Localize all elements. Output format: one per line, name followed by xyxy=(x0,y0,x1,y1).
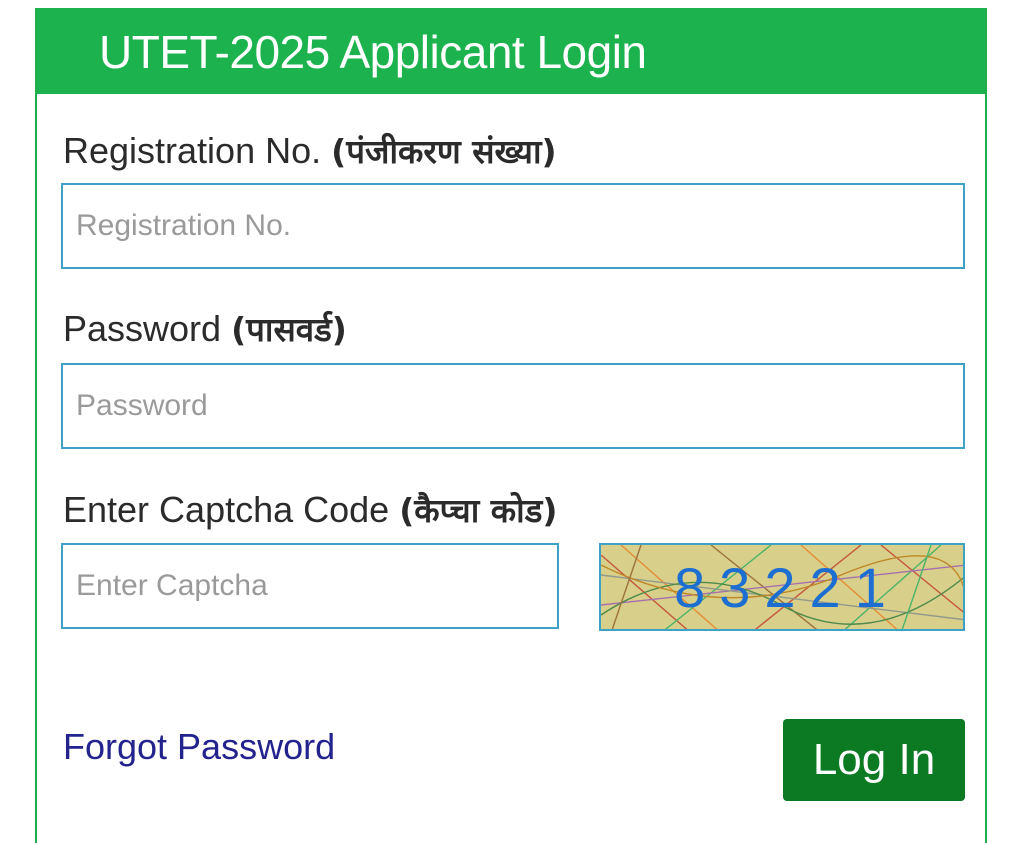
password-label: Password (पासवर्ड) xyxy=(63,308,347,351)
registration-input[interactable] xyxy=(61,183,965,269)
password-input[interactable] xyxy=(61,363,965,449)
password-label-text: Password xyxy=(63,308,222,349)
captcha-code: 83221 xyxy=(674,555,900,619)
captcha-label-text: Enter Captcha Code xyxy=(63,489,390,530)
page-title: UTET-2025 Applicant Login xyxy=(99,26,647,78)
captcha-input[interactable] xyxy=(61,543,559,629)
captcha-image: 83221 xyxy=(599,543,965,631)
registration-label-text: Registration No. xyxy=(63,130,322,171)
login-header: UTET-2025 Applicant Login xyxy=(37,8,985,94)
registration-label-hindi: (पंजीकरण संख्या) xyxy=(331,132,557,171)
captcha-label: Enter Captcha Code (कैप्चा कोड) xyxy=(63,489,557,532)
forgot-password-link[interactable]: Forgot Password xyxy=(63,726,335,768)
login-panel: UTET-2025 Applicant Login Registration N… xyxy=(35,8,987,843)
login-button[interactable]: Log In xyxy=(783,719,965,801)
registration-label: Registration No. (पंजीकरण संख्या) xyxy=(63,130,557,173)
captcha-label-hindi: (कैप्चा कोड) xyxy=(399,491,558,530)
password-label-hindi: (पासवर्ड) xyxy=(231,310,347,349)
